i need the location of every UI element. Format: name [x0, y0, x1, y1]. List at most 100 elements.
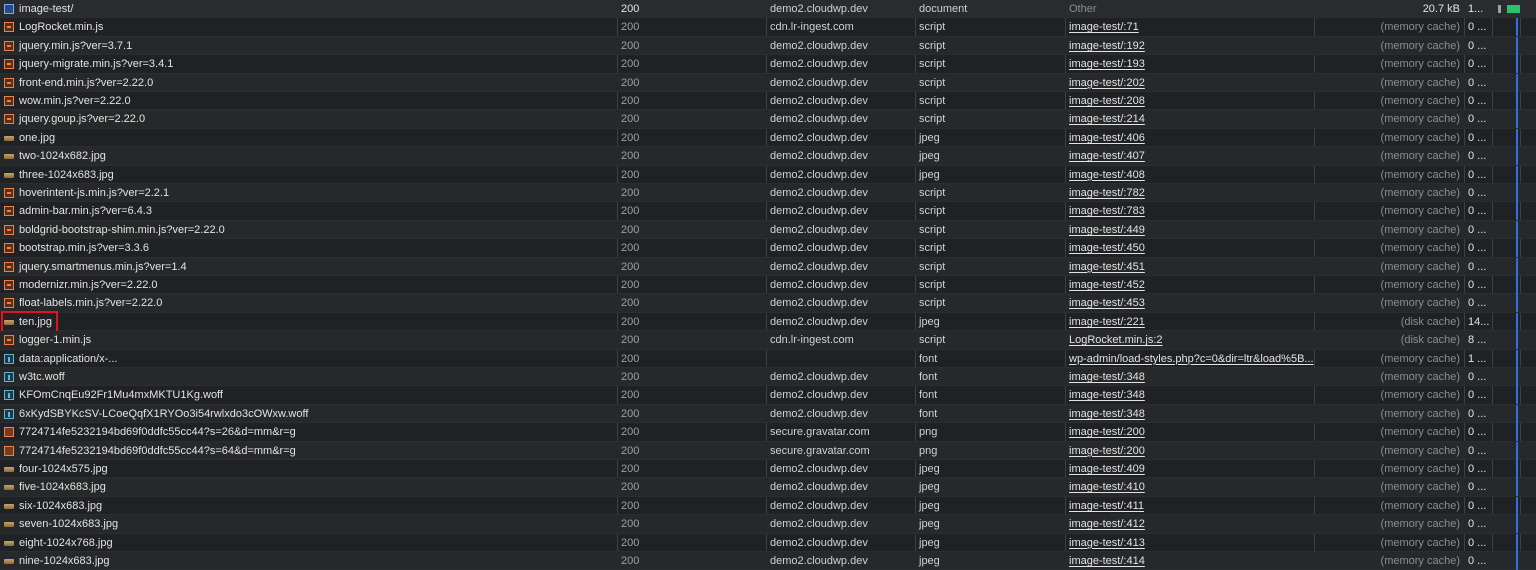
- initiator-link[interactable]: LogRocket.min.js:2: [1065, 331, 1314, 349]
- initiator-link[interactable]: image-test/:202: [1065, 74, 1314, 92]
- request-name-cell[interactable]: 7724714fe5232194bd69f0ddfc55cc44?s=26&d=…: [0, 423, 617, 441]
- table-row[interactable]: data:application/x-... 200 font wp-admin/lo…: [0, 349, 1536, 368]
- request-name-cell[interactable]: admin-bar.min.js?ver=6.4.3: [0, 202, 617, 220]
- initiator-link[interactable]: wp-admin/load-styles.php?c=0&dir=ltr&loa…: [1065, 350, 1314, 368]
- initiator-link[interactable]: image-test/:414: [1065, 552, 1314, 570]
- table-row[interactable]: boldgrid-bootstrap-shim.min.js?ver=2.22.…: [0, 220, 1536, 240]
- initiator-link[interactable]: image-test/:406: [1065, 129, 1314, 147]
- initiator-link[interactable]: image-test/:221: [1065, 313, 1314, 331]
- request-name: six-1024x683.jpg: [19, 499, 103, 512]
- request-name-cell[interactable]: 7724714fe5232194bd69f0ddfc55cc44?s=64&d=…: [0, 442, 617, 460]
- table-row[interactable]: wow.min.js?ver=2.22.0 200 demo2.cloudwp.de…: [0, 92, 1536, 111]
- table-row[interactable]: five-1024x683.jpg 200 demo2.cloudwp.dev jpe…: [0, 478, 1536, 497]
- time-cell: 1 ...: [1468, 352, 1487, 365]
- initiator-link[interactable]: image-test/:450: [1065, 239, 1314, 257]
- table-row[interactable]: jquery.min.js?ver=3.7.1 200 demo2.cloudwp.…: [0, 36, 1536, 56]
- table-row[interactable]: two-1024x682.jpg 200 demo2.cloudwp.dev jpeg…: [0, 147, 1536, 166]
- status-cell: 200: [621, 463, 640, 475]
- table-row[interactable]: logger-1.min.js 200 cdn.lr-ingest.com scrip…: [0, 331, 1536, 350]
- table-row[interactable]: nine-1024x683.jpg 200 demo2.cloudwp.dev jpe…: [0, 552, 1536, 570]
- waterfall-bar: [1516, 220, 1518, 239]
- initiator-link[interactable]: image-test/:71: [1065, 18, 1314, 36]
- request-name-cell[interactable]: front-end.min.js?ver=2.22.0: [0, 74, 617, 92]
- table-row[interactable]: modernizr.min.js?ver=2.22.0 200 demo2.clou…: [0, 276, 1536, 295]
- request-name-cell[interactable]: one.jpg: [0, 129, 617, 147]
- table-row[interactable]: KFOmCnqEu92Fr1Mu4mxMKTU1Kg.woff 200 demo2.…: [0, 386, 1536, 405]
- initiator-link[interactable]: image-test/:348: [1065, 368, 1314, 386]
- request-name-cell[interactable]: nine-1024x683.jpg: [0, 552, 617, 570]
- request-name-cell[interactable]: five-1024x683.jpg: [0, 478, 617, 496]
- request-name-cell[interactable]: six-1024x683.jpg: [0, 497, 617, 515]
- table-row[interactable]: six-1024x683.jpg 200 demo2.cloudwp.dev jpeg…: [0, 496, 1536, 516]
- initiator-link[interactable]: image-test/:409: [1065, 460, 1314, 478]
- request-name: nine-1024x683.jpg: [19, 555, 110, 567]
- initiator-link[interactable]: image-test/:782: [1065, 184, 1314, 202]
- request-name-cell[interactable]: wow.min.js?ver=2.22.0: [0, 92, 617, 110]
- table-row[interactable]: ten.jpg 200 demo2.cloudwp.dev jpeg image-tes…: [0, 312, 1536, 332]
- table-row[interactable]: bootstrap.min.js?ver=3.3.6 200 demo2.cloud…: [0, 239, 1536, 258]
- request-name-cell[interactable]: hoverintent-js.min.js?ver=2.2.1: [0, 184, 617, 202]
- initiator-link[interactable]: image-test/:783: [1065, 202, 1314, 220]
- table-row[interactable]: admin-bar.min.js?ver=6.4.3 200 demo2.cloud…: [0, 202, 1536, 221]
- table-row[interactable]: 6xKydSBYKcSV-LCoeQqfX1RYOo3i54rwlxdo3cOW…: [0, 404, 1536, 424]
- initiator-link[interactable]: image-test/:200: [1065, 423, 1314, 441]
- request-name-cell[interactable]: 6xKydSBYKcSV-LCoeQqfX1RYOo3i54rwlxdo3cOW…: [0, 405, 617, 423]
- initiator-link[interactable]: image-test/:208: [1065, 92, 1314, 110]
- initiator-link[interactable]: image-test/:200: [1065, 442, 1314, 460]
- request-name-cell[interactable]: jquery-migrate.min.js?ver=3.4.1: [0, 55, 617, 73]
- table-row[interactable]: front-end.min.js?ver=2.22.0 200 demo2.clou…: [0, 73, 1536, 92]
- request-name-cell[interactable]: jquery.smartmenus.min.js?ver=1.4: [0, 258, 617, 276]
- request-name-cell[interactable]: four-1024x575.jpg: [0, 460, 617, 478]
- request-name-cell[interactable]: LogRocket.min.js: [0, 18, 617, 36]
- waterfall-cell: [1492, 220, 1536, 239]
- table-row[interactable]: eight-1024x768.jpg 200 demo2.cloudwp.dev jp…: [0, 533, 1536, 552]
- request-name-cell[interactable]: eight-1024x768.jpg: [0, 534, 617, 552]
- table-row[interactable]: hoverintent-js.min.js?ver=2.2.1 200 demo2.…: [0, 184, 1536, 203]
- table-row[interactable]: three-1024x683.jpg 200 demo2.cloudwp.dev jp…: [0, 165, 1536, 184]
- table-row[interactable]: image-test/200 demo2.cloudwp.dev document O…: [0, 0, 1536, 19]
- table-row[interactable]: LogRocket.min.js 200 cdn.lr-ingest.com scri…: [0, 18, 1536, 37]
- request-name-cell[interactable]: data:application/x-...: [0, 350, 617, 368]
- table-row[interactable]: seven-1024x683.jpg 200 demo2.cloudwp.dev jp…: [0, 515, 1536, 534]
- request-name-cell[interactable]: three-1024x683.jpg: [0, 166, 617, 184]
- initiator-link[interactable]: image-test/:413: [1065, 534, 1314, 552]
- initiator-link[interactable]: image-test/:193: [1065, 55, 1314, 73]
- table-row[interactable]: jquery-migrate.min.js?ver=3.4.1 200 demo2.…: [0, 55, 1536, 74]
- initiator-link[interactable]: image-test/:408: [1065, 166, 1314, 184]
- request-name-cell[interactable]: image-test/: [0, 0, 617, 18]
- table-row[interactable]: one.jpg 200 demo2.cloudwp.dev jpeg image-tes…: [0, 128, 1536, 148]
- table-row[interactable]: jquery.goup.js?ver=2.22.0 200 demo2.cloudw…: [0, 110, 1536, 129]
- initiator-link[interactable]: image-test/:410: [1065, 478, 1314, 496]
- request-name-cell[interactable]: boldgrid-bootstrap-shim.min.js?ver=2.22.…: [0, 221, 617, 239]
- request-name-cell[interactable]: jquery.goup.js?ver=2.22.0: [0, 110, 617, 128]
- waterfall-cell: [1492, 349, 1536, 368]
- table-row[interactable]: 7724714fe5232194bd69f0ddfc55cc44?s=26&d=…: [0, 423, 1536, 442]
- request-name-cell[interactable]: ten.jpg: [0, 313, 617, 331]
- request-name-cell[interactable]: bootstrap.min.js?ver=3.3.6: [0, 239, 617, 257]
- request-name-cell[interactable]: logger-1.min.js: [0, 331, 617, 349]
- request-name: four-1024x575.jpg: [19, 463, 108, 475]
- table-row[interactable]: float-labels.min.js?ver=2.22.0 200 demo2.c…: [0, 294, 1536, 313]
- initiator-link[interactable]: image-test/:449: [1065, 221, 1314, 239]
- request-name-cell[interactable]: float-labels.min.js?ver=2.22.0: [0, 294, 617, 312]
- table-row[interactable]: four-1024x575.jpg 200 demo2.cloudwp.dev jpe…: [0, 460, 1536, 479]
- initiator-link[interactable]: image-test/:452: [1065, 276, 1314, 294]
- table-row[interactable]: 7724714fe5232194bd69f0ddfc55cc44?s=64&d=…: [0, 441, 1536, 460]
- initiator-link[interactable]: image-test/:214: [1065, 110, 1314, 128]
- initiator-link[interactable]: image-test/:192: [1065, 37, 1314, 55]
- request-name-cell[interactable]: w3tc.woff: [0, 368, 617, 386]
- request-name-cell[interactable]: two-1024x682.jpg: [0, 147, 617, 165]
- table-row[interactable]: jquery.smartmenus.min.js?ver=1.4 200 demo2…: [0, 257, 1536, 276]
- request-name-cell[interactable]: seven-1024x683.jpg: [0, 515, 617, 533]
- initiator-link[interactable]: image-test/:412: [1065, 515, 1314, 533]
- table-row[interactable]: w3tc.woff 200 demo2.cloudwp.dev font image-t…: [0, 368, 1536, 387]
- initiator-link[interactable]: image-test/:348: [1065, 405, 1314, 423]
- initiator-link[interactable]: image-test/:451: [1065, 258, 1314, 276]
- request-name-cell[interactable]: KFOmCnqEu92Fr1Mu4mxMKTU1Kg.woff: [0, 386, 617, 404]
- initiator-link[interactable]: image-test/:411: [1065, 497, 1314, 515]
- initiator-link[interactable]: image-test/:348: [1065, 386, 1314, 404]
- request-name-cell[interactable]: jquery.min.js?ver=3.7.1: [0, 37, 617, 55]
- request-name-cell[interactable]: modernizr.min.js?ver=2.22.0: [0, 276, 617, 294]
- initiator-link[interactable]: image-test/:453: [1065, 294, 1314, 312]
- initiator-link[interactable]: image-test/:407: [1065, 147, 1314, 165]
